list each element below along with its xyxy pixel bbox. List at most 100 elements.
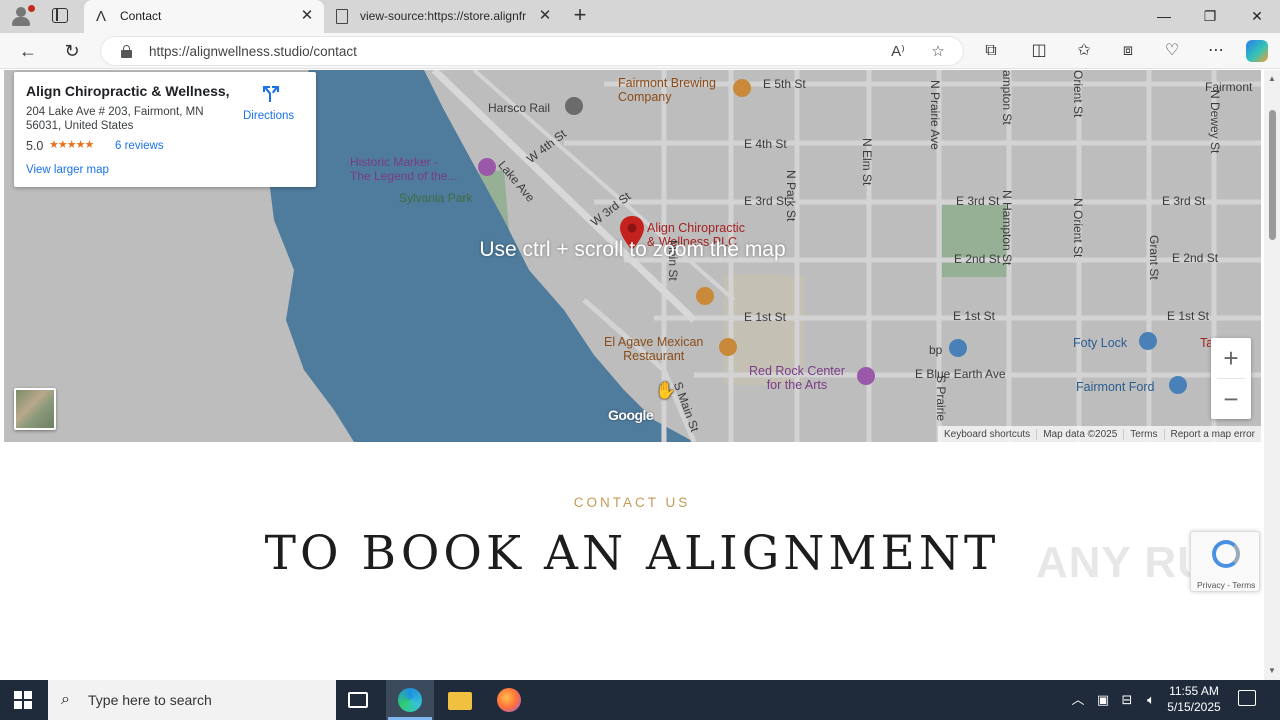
notifications-icon[interactable]: [1238, 690, 1256, 706]
collections-icon[interactable]: ⧈: [1117, 40, 1139, 62]
taskbar-search-box[interactable]: ⌕ Type here to search: [48, 680, 336, 720]
restaurant-pin-icon[interactable]: [696, 287, 714, 305]
clock-time: 11:55 AM: [1169, 684, 1219, 698]
shop-pin-icon[interactable]: [1139, 332, 1157, 350]
zoom-out-button[interactable]: −: [1211, 379, 1251, 419]
show-hidden-icons-icon[interactable]: ︿: [1070, 690, 1086, 710]
file-explorer-icon[interactable]: [448, 692, 472, 710]
street-hampton-partial: ampton St: [1000, 70, 1014, 125]
street-e-1st: E 1st St: [744, 310, 787, 324]
recaptcha-links[interactable]: Privacy - Terms: [1197, 580, 1255, 590]
google-logo: Google: [608, 407, 654, 423]
close-window-icon[interactable]: ✕: [1246, 5, 1268, 27]
profile-icon[interactable]: [10, 5, 35, 27]
view-larger-map-link[interactable]: View larger map: [26, 164, 109, 176]
recaptcha-logo-icon: [1212, 540, 1240, 568]
back-icon[interactable]: ←: [17, 40, 39, 62]
poi-fairmont-brewing[interactable]: Fairmont Brewing Company: [618, 76, 716, 104]
address-bar[interactable]: https://alignwellness.studio/contact A⁾ …: [100, 36, 964, 66]
copilot-icon[interactable]: [1246, 40, 1268, 62]
directions-icon[interactable]: [261, 84, 281, 104]
firefox-icon[interactable]: [497, 688, 521, 712]
restaurant-pin-icon[interactable]: [733, 79, 751, 97]
keyboard-shortcuts-link[interactable]: Keyboard shortcuts: [938, 429, 1036, 440]
zoom-hint: Use ctrl + scroll to zoom the map: [479, 238, 786, 261]
scroll-thumb[interactable]: [1269, 110, 1276, 240]
poi-el-agave[interactable]: El Agave Mexican Restaurant: [604, 335, 703, 363]
shop-pin-icon[interactable]: [1169, 376, 1187, 394]
poi-historic-marker[interactable]: Historic Marker - The Legend of the...: [350, 155, 457, 183]
page-scrollbar[interactable]: ▲ ▼: [1264, 70, 1280, 680]
poi-harsco[interactable]: Harsco Rail: [488, 101, 550, 115]
embedded-map[interactable]: Fairmont Brewing Company Harsco Rail His…: [4, 70, 1261, 442]
browser-essentials-icon[interactable]: ♡: [1161, 40, 1183, 62]
zoom-control: + −: [1211, 338, 1251, 419]
satellite-toggle-button[interactable]: [14, 388, 56, 430]
tab-actions-icon[interactable]: [52, 8, 68, 23]
close-tab-icon[interactable]: ✕: [536, 7, 554, 25]
place-rating: 5.0: [26, 139, 44, 153]
terms-link[interactable]: Terms: [1123, 428, 1163, 440]
extensions-icon[interactable]: ⧉: [980, 40, 1002, 62]
poi-red-rock-center[interactable]: Red Rock Center for the Arts: [749, 364, 845, 392]
poi-fairmont-ford[interactable]: Fairmont Ford: [1076, 380, 1155, 394]
more-menu-icon[interactable]: ⋯: [1205, 40, 1227, 62]
url-text[interactable]: https://alignwellness.studio/contact: [149, 44, 357, 59]
page-viewport: Fairmont Brewing Company Harsco Rail His…: [0, 70, 1280, 680]
read-aloud-icon[interactable]: A⁾: [887, 41, 909, 63]
place-info-card: Align Chiropractic & Wellness,... 204 La…: [14, 72, 316, 187]
tab-title: view-source:https://store.alignfr: [360, 9, 527, 23]
poi-foty-lock[interactable]: Foty Lock: [1073, 336, 1127, 350]
street-e-3rd: E 3rd St: [744, 194, 788, 208]
network-icon[interactable]: ⊟: [1118, 690, 1136, 710]
recaptcha-badge[interactable]: Privacy - Terms: [1190, 531, 1260, 592]
street-e-3rd-c: E 3rd St: [1162, 194, 1206, 208]
task-view-icon[interactable]: [348, 692, 368, 708]
favorites-icon[interactable]: ✩: [1073, 40, 1095, 62]
map-data-text: Map data ©2025: [1036, 428, 1123, 440]
edge-browser-icon[interactable]: [398, 688, 422, 712]
browser-tab-bar: Λ Contact ✕ view-source:https://store.al…: [0, 0, 1280, 33]
close-tab-icon[interactable]: ✕: [298, 7, 316, 25]
street-n-park: N Park St: [784, 170, 798, 222]
business-pin-icon[interactable]: [565, 97, 583, 115]
new-tab-icon[interactable]: +: [569, 4, 591, 27]
street-blue-earth-ave: E Blue Earth Ave: [915, 367, 1006, 381]
street-e-3rd-b: E 3rd St: [956, 194, 1000, 208]
reviews-link[interactable]: 6 reviews: [115, 140, 164, 152]
directions-link[interactable]: Directions: [243, 110, 294, 122]
report-map-error-link[interactable]: Report a map error: [1163, 428, 1261, 440]
tab-contact[interactable]: Λ Contact ✕: [84, 0, 324, 33]
gas-station-pin-icon[interactable]: [949, 339, 967, 357]
landmark-pin-icon[interactable]: [478, 158, 496, 176]
poi-sylvania-park[interactable]: Sylvania Park: [399, 191, 472, 205]
restore-icon[interactable]: ❐: [1199, 5, 1221, 27]
tab-view-source[interactable]: view-source:https://store.alignfr ✕: [324, 0, 562, 33]
street-orient-partial: Orient St: [1071, 70, 1085, 118]
street-e-1st-b: E 1st St: [953, 309, 996, 323]
street-n-elm: N Elm St: [860, 138, 874, 186]
minimize-icon[interactable]: —: [1153, 5, 1175, 27]
favorite-star-icon[interactable]: ☆: [927, 41, 949, 63]
street-s-prairie: S Prairie: [934, 375, 948, 422]
refresh-icon[interactable]: ↻: [61, 40, 83, 62]
windows-start-icon[interactable]: [14, 691, 32, 709]
place-name: Align Chiropractic & Wellness,...: [26, 83, 230, 99]
hand-cursor-icon: ✋: [655, 381, 677, 400]
restaurant-pin-icon[interactable]: [719, 338, 737, 356]
scroll-up-icon[interactable]: ▲: [1267, 74, 1277, 84]
poi-bp[interactable]: bp: [929, 343, 942, 357]
street-n-prairie: N Prairie Ave: [928, 80, 942, 150]
split-screen-icon[interactable]: ◫: [1028, 40, 1050, 62]
taskbar-clock[interactable]: 11:55 AM 5/15/2025: [1160, 683, 1228, 715]
device-icon[interactable]: ▣: [1095, 690, 1111, 710]
lock-icon[interactable]: [121, 45, 132, 58]
zoom-in-button[interactable]: +: [1211, 338, 1251, 378]
landmark-pin-icon[interactable]: [857, 367, 875, 385]
rating-stars-icon: ★★★★★: [49, 139, 94, 151]
scroll-down-icon[interactable]: ▼: [1267, 666, 1277, 676]
street-e-1st-c: E 1st St: [1167, 309, 1210, 323]
tab-title: Contact: [120, 9, 162, 23]
volume-icon[interactable]: 🔈︎: [1142, 690, 1160, 710]
search-placeholder[interactable]: Type here to search: [88, 692, 212, 708]
